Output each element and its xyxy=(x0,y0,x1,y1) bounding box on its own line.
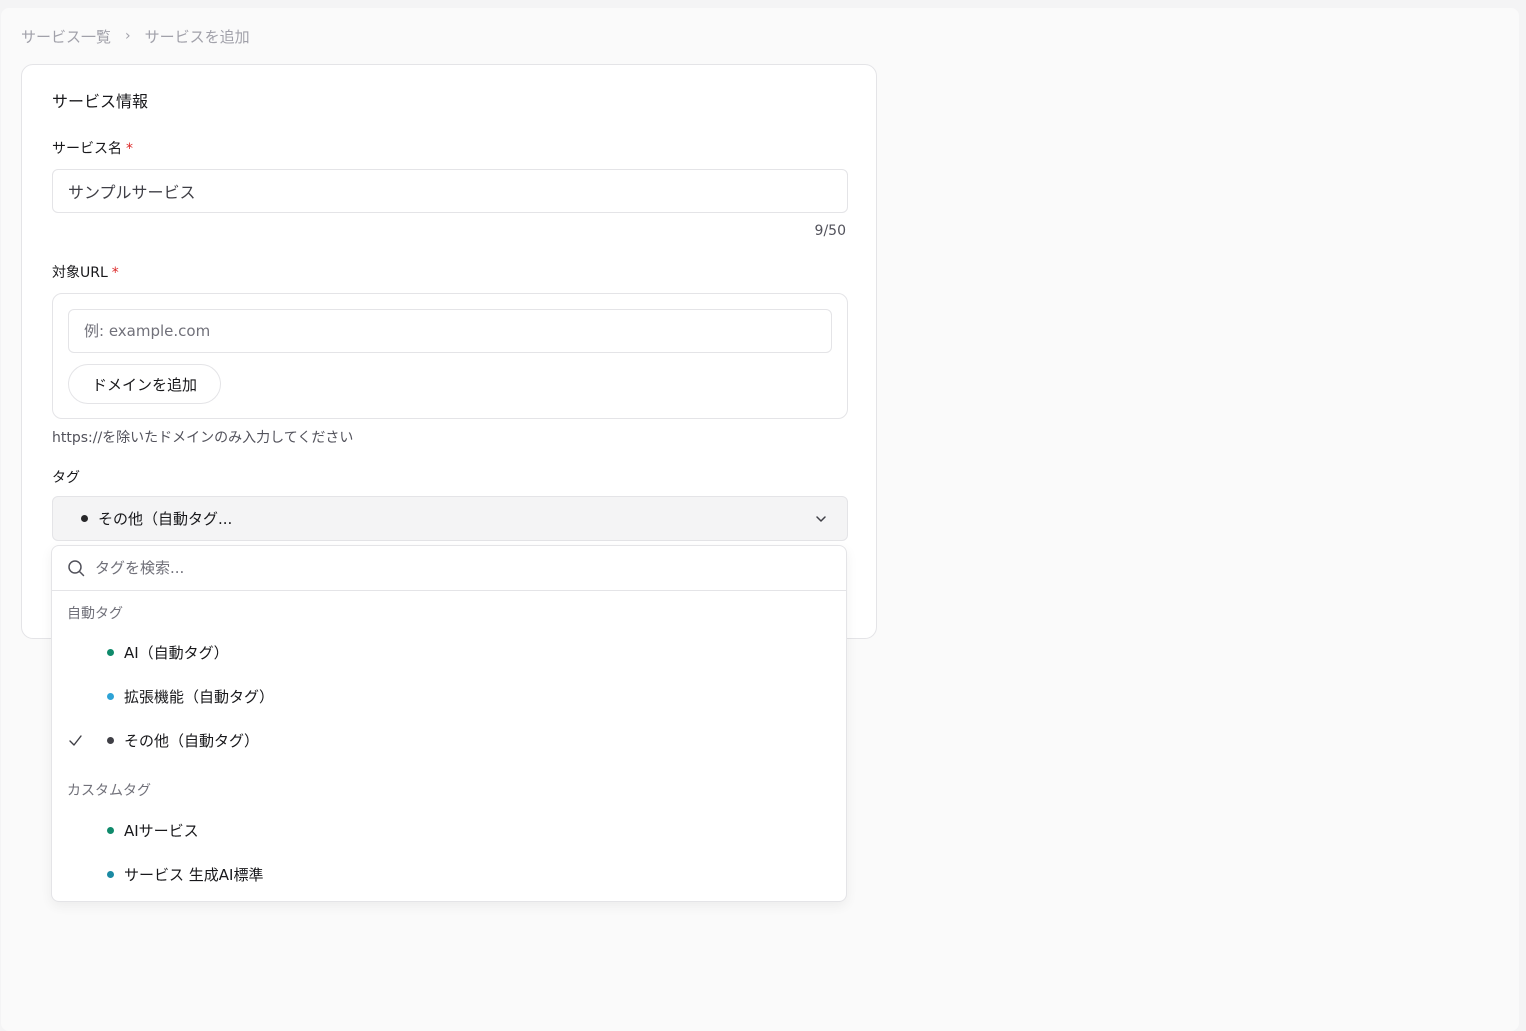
service-name-char-counter: 9/50 xyxy=(814,223,846,239)
tag-option-label: AI（自動タグ） xyxy=(124,643,229,662)
tag-select[interactable]: その他（自動タグ... xyxy=(52,496,848,541)
target-url-box: ドメインを追加 xyxy=(52,293,848,419)
tag-search-row xyxy=(52,546,846,591)
domain-input[interactable] xyxy=(68,309,832,353)
service-name-input[interactable] xyxy=(52,169,848,213)
required-mark: * xyxy=(111,265,119,281)
check-icon xyxy=(69,735,82,746)
group-label-custom: カスタムタグ xyxy=(67,783,151,799)
tag-color-dot xyxy=(107,826,114,834)
search-icon xyxy=(68,560,85,577)
breadcrumb-current: サービスを追加 xyxy=(144,27,250,46)
tag-option-label: サービス 生成AI標準 xyxy=(124,865,264,884)
card-title: サービス情報 xyxy=(52,92,149,111)
breadcrumb-link-services[interactable]: サービス一覧 xyxy=(21,26,111,47)
tag-dropdown: 自動タグ AI（自動タグ） 拡張機能（自動タグ） その他（自動タグ） カスタムタ… xyxy=(51,545,847,902)
required-mark: * xyxy=(126,141,133,157)
tag-option[interactable]: サービス 生成AI標準 xyxy=(56,854,842,894)
tags-label: タグ xyxy=(52,470,80,486)
service-name-label-text: サービス名 xyxy=(52,141,122,157)
tag-color-dot xyxy=(107,648,114,656)
group-label-auto: 自動タグ xyxy=(67,606,123,622)
tag-color-dot xyxy=(107,870,114,878)
breadcrumb-separator-icon: › xyxy=(125,28,131,44)
breadcrumb: サービス一覧 › サービスを追加 xyxy=(21,26,250,46)
tag-option-label: AIサービス xyxy=(124,821,199,840)
target-url-hint: https://を除いたドメインのみ入力してください xyxy=(52,430,354,446)
add-domain-button[interactable]: ドメインを追加 xyxy=(68,364,221,404)
tag-select-value: その他（自動タグ... xyxy=(98,510,233,528)
tag-option[interactable]: AI（自動タグ） xyxy=(56,632,842,672)
tag-search-input[interactable] xyxy=(95,559,795,577)
tag-color-dot xyxy=(107,736,114,744)
tag-option[interactable]: 拡張機能（自動タグ） xyxy=(56,676,842,716)
target-url-label-text: 対象URL xyxy=(52,265,108,281)
tag-option-label: 拡張機能（自動タグ） xyxy=(124,687,275,706)
tag-color-dot xyxy=(107,692,114,700)
tag-option-label: その他（自動タグ） xyxy=(124,731,260,750)
chevron-down-icon xyxy=(816,516,826,522)
service-name-label: サービス名 * xyxy=(52,138,133,158)
tag-color-dot xyxy=(81,515,88,522)
target-url-label: 対象URL * xyxy=(52,262,119,282)
tag-option[interactable]: AIサービス xyxy=(56,810,842,850)
tag-option-selected[interactable]: その他（自動タグ） xyxy=(56,720,842,760)
